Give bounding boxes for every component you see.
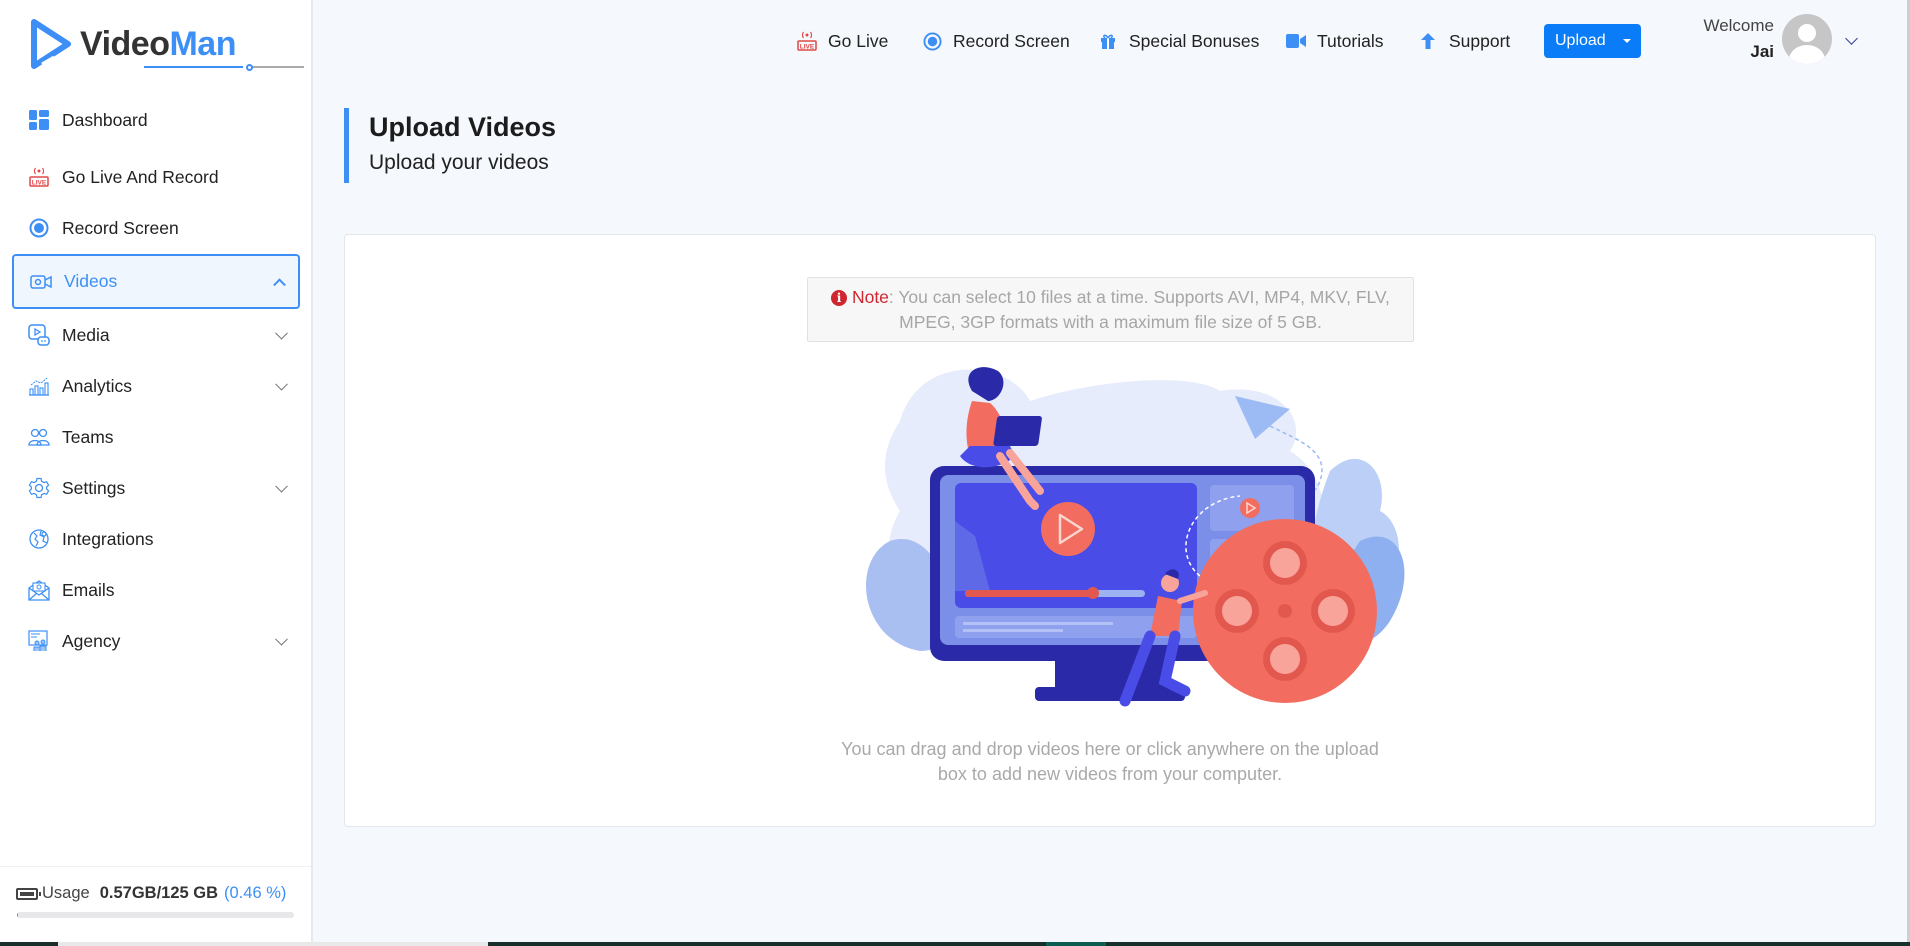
sidebar-item-videos[interactable]: Videos	[12, 254, 300, 309]
battery-icon	[16, 887, 41, 900]
record-icon	[921, 30, 943, 52]
sidebar-divider	[0, 866, 311, 867]
video-camera-icon	[30, 271, 52, 293]
user-name: Jai	[1750, 42, 1774, 61]
upload-button-label: Upload	[1555, 32, 1606, 49]
welcome-label: Welcome	[1703, 16, 1774, 35]
sidebar-item-label: Integrations	[62, 528, 154, 549]
play-logo-icon	[31, 19, 71, 69]
usage-progress-fill	[17, 912, 19, 918]
chevron-down-icon[interactable]	[275, 479, 288, 493]
topnav-special-bonuses[interactable]: Special Bonuses	[1097, 26, 1259, 56]
logo-dot	[246, 63, 253, 71]
record-icon	[28, 217, 50, 239]
video-camera-icon	[1285, 30, 1307, 52]
live-icon: LIVE	[796, 30, 818, 52]
sidebar-item-label: Dashboard	[62, 109, 148, 130]
analytics-icon	[28, 375, 50, 397]
logo-underline	[144, 65, 304, 68]
sidebar-item-dashboard[interactable]: Dashboard	[12, 96, 300, 144]
note-box: i Note: You can select 10 files at a tim…	[807, 277, 1414, 342]
taskbar-segment-active	[1046, 942, 1106, 946]
sidebar-item-emails[interactable]: Emails	[12, 566, 300, 614]
gift-icon	[1097, 30, 1119, 52]
sidebar-item-label: Teams	[62, 426, 114, 447]
chevron-down-icon[interactable]	[275, 377, 288, 391]
svg-text:LIVE: LIVE	[800, 44, 815, 51]
note-text: : You can select 10 files at a time. Sup…	[888, 287, 1390, 332]
teams-icon	[28, 426, 50, 448]
avatar-head	[1798, 24, 1816, 42]
sidebar-item-label: Record Screen	[62, 217, 179, 238]
email-icon	[28, 579, 50, 601]
avatar[interactable]	[1782, 14, 1832, 64]
sidebar-item-integrations[interactable]: Integrations	[12, 515, 300, 563]
note-label: Note	[851, 287, 889, 307]
agency-icon	[28, 630, 50, 652]
sidebar-item-teams[interactable]: Teams	[12, 413, 300, 461]
caret-down-icon[interactable]	[1623, 39, 1631, 43]
live-icon: LIVE	[28, 166, 50, 188]
chevron-up-icon[interactable]	[273, 277, 286, 291]
dashboard-icon	[28, 109, 50, 131]
logo-text: VideoMan	[80, 24, 304, 71]
info-icon: i	[831, 290, 848, 306]
page-subtitle: Upload your videos	[369, 151, 549, 174]
usage-value: 0.57GB/125 GB	[99, 884, 219, 902]
sidebar-item-label: Settings	[62, 477, 126, 498]
dropzone-text-line2: box to add new videos from your computer…	[937, 764, 1283, 784]
topnav-item-label: Tutorials	[1317, 30, 1384, 51]
logo[interactable]: VideoMan	[28, 18, 304, 71]
taskbar-strip	[0, 942, 1910, 946]
play-button-illustration	[1041, 502, 1095, 556]
taskbar-segment	[58, 942, 488, 946]
brand-part2: Man	[169, 24, 236, 63]
svg-text:LIVE: LIVE	[32, 180, 47, 187]
avatar-body	[1789, 45, 1825, 64]
sidebar-item-label: Media	[62, 324, 110, 345]
sidebar-item-label: Emails	[62, 579, 115, 600]
sidebar-item-media[interactable]: Media	[12, 311, 300, 359]
sidebar-item-label: Analytics	[62, 375, 133, 396]
sidebar-item-agency[interactable]: Agency	[12, 617, 300, 665]
topnav-item-label: Special Bonuses	[1129, 30, 1260, 51]
usage-info: Usage 0.57GB/125 GB (0.46 %)	[16, 884, 296, 903]
media-icon	[28, 324, 50, 346]
upload-button[interactable]: Upload	[1544, 24, 1641, 58]
dropzone-text-line1: You can drag and drop videos here or cli…	[841, 739, 1379, 759]
sidebar-item-label: Agency	[62, 630, 121, 651]
sidebar-item-label: Go Live And Record	[62, 166, 219, 187]
topnav-tutorials[interactable]: Tutorials	[1285, 26, 1383, 56]
usage-progress-bar	[17, 912, 294, 918]
arrow-up-icon	[1417, 30, 1439, 52]
sidebar-item-settings[interactable]: Settings	[12, 464, 300, 512]
topnav-item-label: Record Screen	[953, 30, 1070, 51]
page-header: Upload Videos Upload your videos	[344, 108, 556, 183]
topnav-support[interactable]: Support	[1417, 26, 1510, 56]
sidebar-item-record-screen[interactable]: Record Screen	[12, 204, 300, 252]
sidebar-item-analytics[interactable]: Analytics	[12, 362, 300, 410]
usage-percent: (0.46 %)	[224, 884, 287, 902]
integrations-icon	[28, 528, 50, 550]
chevron-down-icon[interactable]	[275, 326, 288, 340]
dropzone-instructions: You can drag and drop videos here or cli…	[345, 737, 1875, 787]
sidebar: VideoMan Dashboard LIVE Go Live And Reco…	[0, 0, 313, 942]
welcome-block: Welcome Jai	[1690, 16, 1774, 62]
chevron-down-icon[interactable]	[275, 632, 288, 646]
upload-illustration	[866, 367, 1405, 707]
gear-icon	[28, 477, 50, 499]
topnav-go-live[interactable]: LIVE Go Live	[796, 26, 888, 56]
sidebar-item-label: Videos	[64, 271, 118, 291]
topnav-record-screen[interactable]: Record Screen	[921, 26, 1070, 56]
brand-part1: Video	[80, 24, 170, 63]
topnav-item-label: Go Live	[828, 30, 889, 51]
page-title: Upload Videos	[369, 112, 557, 142]
usage-label: Usage	[42, 884, 90, 902]
upload-dropzone[interactable]: i Note: You can select 10 files at a tim…	[344, 234, 1876, 827]
topnav-item-label: Support	[1449, 30, 1511, 51]
sidebar-item-go-live-and-record[interactable]: LIVE Go Live And Record	[12, 153, 300, 201]
